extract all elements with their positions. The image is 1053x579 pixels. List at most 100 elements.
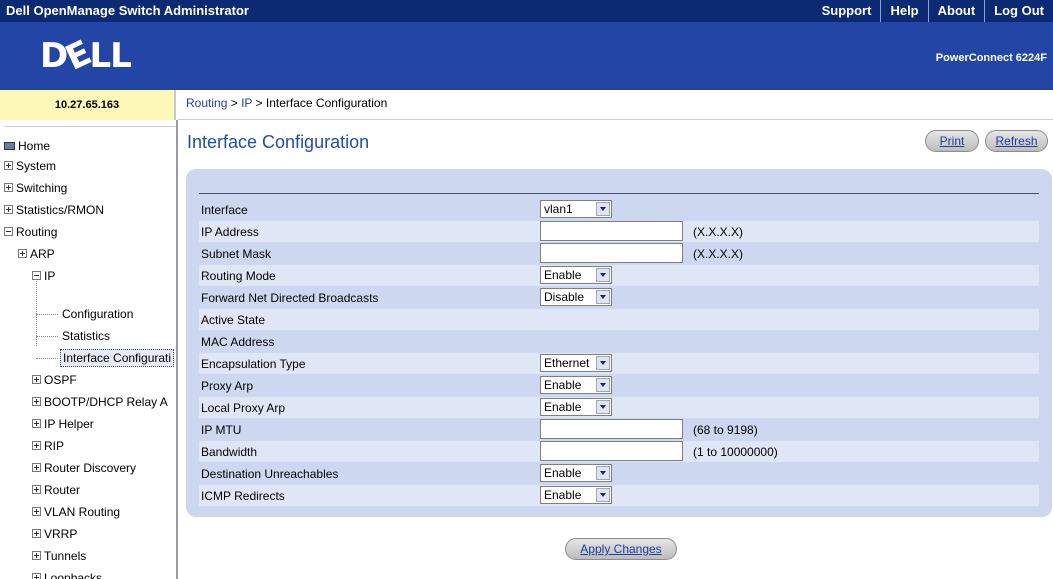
sidebar-item-label: Routing [16,225,58,239]
subnet-mask-input[interactable] [540,243,683,263]
encapsulation-select[interactable]: Ethernet [540,354,612,372]
banner: DELL PowerConnect 6224F [0,22,1053,90]
form-row-encapsulation: Encapsulation Type Ethernet [199,353,1039,374]
sidebar-item-router-discovery[interactable]: Router Discovery [32,458,136,478]
sidebar-item-loopbacks[interactable]: Loopbacks [32,568,102,579]
forward-broadcasts-select[interactable]: Disable [540,288,612,306]
sidebar-item-vrrp[interactable]: VRRP [32,524,77,544]
field-label: Bandwidth [201,445,258,459]
field-label: Subnet Mask [201,247,272,261]
field-label: Local Proxy Arp [201,401,286,415]
sidebar-item-label: Statistics [62,329,111,343]
expand-icon[interactable] [32,375,41,385]
sidebar-item-ospf[interactable]: OSPF [32,370,77,390]
expand-icon[interactable] [32,463,41,473]
sidebar-item-tunnels[interactable]: Tunnels [32,546,86,566]
help-link[interactable]: Help [880,0,927,22]
field-label: Destination Unreachables [201,467,339,481]
field-label: IP MTU [201,423,242,437]
destination-unreachables-select[interactable]: Enable [540,464,612,482]
sidebar-item-label: IP Helper [44,417,94,431]
sidebar-item-label: VRRP [44,527,78,541]
sidebar-item-ip-helper[interactable]: IP Helper [32,414,94,434]
print-button[interactable]: Print [925,130,979,152]
proxy-arp-select[interactable]: Enable [540,376,612,394]
field-hint: (X.X.X.X) [693,225,744,239]
breadcrumb-routing[interactable]: Routing [186,96,227,110]
sidebar-item-rip[interactable]: RIP [32,436,64,456]
expand-icon[interactable] [4,205,13,215]
sidebar-item-vlan-routing[interactable]: VLAN Routing [32,502,120,522]
panel-header-rule [199,193,1039,194]
form-row-bandwidth: Bandwidth (1 to 10000000) [199,441,1039,462]
field-label: IP Address [201,225,259,239]
about-link[interactable]: About [927,0,985,22]
interface-select[interactable]: vlan1 [540,200,612,218]
refresh-button[interactable]: Refresh [985,130,1048,152]
expand-icon[interactable] [32,507,41,517]
field-label: Forward Net Directed Broadcasts [201,291,379,305]
field-hint: (1 to 10000000) [693,445,778,459]
expand-icon[interactable] [32,419,41,429]
apply-changes-button[interactable]: Apply Changes [565,538,677,560]
sidebar-item-home[interactable]: Home [4,136,50,156]
collapse-icon[interactable] [4,227,13,237]
sidebar-item-label: Tunnels [44,549,87,563]
expand-icon[interactable] [32,485,41,495]
icmp-redirects-select[interactable]: Enable [540,486,612,504]
sidebar-item-bootp-dhcp-relay[interactable]: BOOTP/DHCP Relay A [32,392,168,412]
sidebar-item-system[interactable]: System [4,156,56,176]
select-value: Disable [544,290,585,304]
select-value: Enable [544,400,582,414]
chevron-down-icon [596,488,610,502]
expand-icon[interactable] [32,573,41,579]
expand-icon[interactable] [32,529,41,539]
breadcrumb-separator: > [227,96,242,110]
sidebar-item-statistics-rmon[interactable]: Statistics/RMON [4,200,104,220]
collapse-icon[interactable] [32,271,41,281]
field-label: Interface [201,203,248,217]
expand-icon[interactable] [4,161,13,171]
sidebar-item-interface-configuration[interactable]: Interface Configurati [60,348,175,368]
form-row-active-state: Active State [199,309,1039,330]
expand-icon[interactable] [4,183,13,193]
bandwidth-input[interactable] [540,441,683,461]
chevron-down-icon [596,356,610,370]
sidebar-item-label: RIP [44,439,65,453]
sidebar-item-label: VLAN Routing [44,505,121,519]
field-label: Active State [201,313,266,327]
sidebar-item-ip[interactable]: IP [32,266,55,286]
local-proxy-arp-select[interactable]: Enable [540,398,612,416]
dell-logo: DELL [40,33,132,79]
sidebar-item-switching[interactable]: Switching [4,178,67,198]
sidebar-item-configuration[interactable]: Configuration [62,304,133,324]
field-label: MAC Address [201,335,275,349]
sidebar-item-statistics[interactable]: Statistics [62,326,110,346]
interface-config-panel: Interface vlan1 IP Address (X.X.X.X) Sub… [186,169,1052,517]
expand-icon[interactable] [32,397,41,407]
expand-icon[interactable] [32,441,41,451]
sidebar-item-arp[interactable]: ARP [18,244,55,264]
sidebar-item-label: Interface Configurati [60,349,175,367]
sidebar-item-label: Home [18,139,51,153]
logout-link[interactable]: Log Out [984,0,1053,22]
sidebar-item-routing[interactable]: Routing [4,222,57,242]
home-icon [4,141,15,150]
support-link[interactable]: Support [813,0,881,22]
form-row-destination-unreachables: Destination Unreachables Enable [199,463,1039,484]
sidebar-item-router[interactable]: Router [32,480,80,500]
select-value: Ethernet [544,356,590,370]
routing-mode-select[interactable]: Enable [540,266,612,284]
chevron-down-icon [596,378,610,392]
sidebar-divider [4,126,176,127]
ip-mtu-input[interactable] [540,419,683,439]
form-row-proxy-arp: Proxy Arp Enable [199,375,1039,396]
ip-address-input[interactable] [540,221,683,241]
breadcrumb-ip[interactable]: IP [241,96,252,110]
chevron-down-icon [596,268,610,282]
expand-icon[interactable] [32,551,41,561]
sidebar-item-label: Loopbacks [44,571,103,579]
form-row-ip-address: IP Address (X.X.X.X) [199,221,1039,242]
field-hint: (X.X.X.X) [693,247,744,261]
expand-icon[interactable] [18,249,27,259]
